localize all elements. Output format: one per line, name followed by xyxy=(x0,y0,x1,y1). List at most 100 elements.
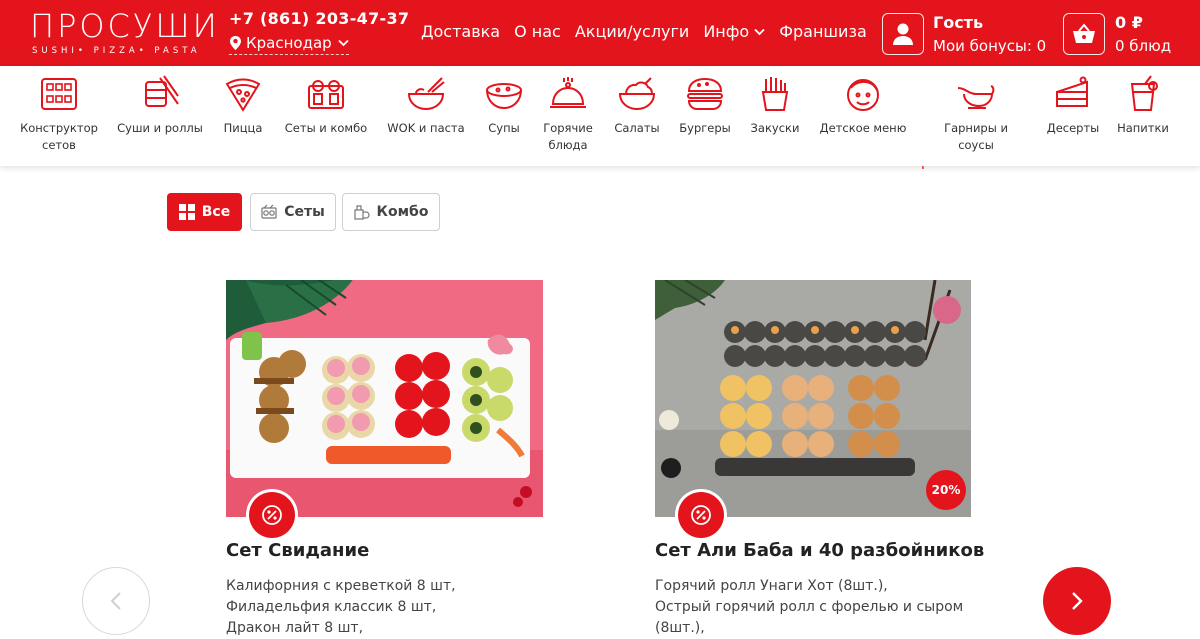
logo[interactable]: ПРОСУШИ SUSHI• PIZZA• PASTA xyxy=(30,8,217,58)
main-nav: Доставка О нас Акции/услуги Инфо Франшиз… xyxy=(421,22,881,41)
product-card[interactable]: Сет Свидание Калифорния с креветкой 8 шт… xyxy=(226,280,546,636)
cart-count: 0 блюд xyxy=(1115,37,1172,55)
category-label: Суши и роллы xyxy=(117,121,203,135)
description-line: Калифорния с креветкой 8 шт, xyxy=(226,578,456,594)
chevron-left-icon xyxy=(110,592,121,610)
burger-icon xyxy=(687,77,723,110)
description-line: Филадельфия классик 8 шт, xyxy=(226,599,437,615)
category-label: Супы xyxy=(488,121,520,135)
category-sushi-rolls[interactable]: Суши и роллы xyxy=(112,74,208,137)
wok-noodles-icon xyxy=(407,77,445,111)
category-hot-dishes[interactable]: Горячие блюда xyxy=(536,74,600,154)
cloche-icon xyxy=(550,77,586,108)
nav-label: Доставка xyxy=(421,22,501,41)
category-label: Десерты xyxy=(1046,121,1100,135)
category-bar: Конструктор сетов Суши и роллы Пицца Сет… xyxy=(0,66,1200,166)
city-name: Краснодар xyxy=(246,34,332,52)
category-label: Пицца xyxy=(223,121,263,135)
filter-all[interactable]: Все xyxy=(167,193,242,231)
product-description: Горячий ролл Унаги Хот (8шт.), Острый го… xyxy=(655,576,985,639)
category-pizza[interactable]: Пицца xyxy=(214,74,272,137)
sushi-set-photo xyxy=(226,280,543,517)
category-label: Закуски xyxy=(750,121,800,135)
nav-promotions[interactable]: Акции/услуги xyxy=(575,22,689,41)
category-snacks[interactable]: Закуски xyxy=(746,74,804,137)
promo-badge xyxy=(249,492,295,538)
user-icon xyxy=(893,23,913,45)
product-card[interactable]: 20% Сет Али Баба и 40 разбойников Горячи… xyxy=(655,280,984,636)
category-label: Сеты и комбо xyxy=(284,121,368,135)
sets-combo-icon xyxy=(308,80,344,109)
product-image[interactable] xyxy=(226,280,543,517)
filter-label: Сеты xyxy=(284,204,325,220)
nav-about[interactable]: О нас xyxy=(514,22,561,41)
nav-label: Акции/услуги xyxy=(574,22,690,41)
nav-info[interactable]: Инфо xyxy=(703,22,765,41)
category-label: Горячие блюда xyxy=(543,121,593,152)
fries-icon xyxy=(761,77,789,111)
sushi-set-photo xyxy=(655,280,971,517)
filter-sets[interactable]: Сеты xyxy=(250,193,336,231)
soup-bowl-icon xyxy=(486,83,522,110)
filter-combo[interactable]: Комбо xyxy=(342,193,440,231)
location-pin-icon xyxy=(230,36,241,50)
chevron-down-icon xyxy=(338,39,349,47)
chevron-right-icon xyxy=(1072,592,1083,610)
nav-label: Инфо xyxy=(703,22,750,41)
category-label: Гарниры и соусы xyxy=(944,121,1008,152)
pizza-icon xyxy=(225,78,261,112)
carousel-next-button[interactable] xyxy=(1043,567,1111,635)
user-name[interactable]: Гость xyxy=(933,13,983,32)
description-line: Дракон лайт 8 шт, xyxy=(226,620,364,636)
category-label: Напитки xyxy=(1117,121,1169,135)
promo-badge xyxy=(678,492,724,538)
product-description: Калифорния с креветкой 8 шт, Филадельфия… xyxy=(226,576,556,639)
category-label: Детское меню xyxy=(819,121,907,135)
category-sets-combo[interactable]: Сеты и комбо xyxy=(280,74,372,137)
category-sides-sauces[interactable]: Гарниры и соусы xyxy=(932,74,1020,154)
phone-number[interactable]: +7 (861) 203-47-37 xyxy=(229,9,409,28)
description-line: Острый горячий ролл с форелью и сыром xyxy=(655,599,964,615)
product-title[interactable]: Сет Али Баба и 40 разбойников xyxy=(655,540,984,561)
nav-delivery[interactable]: Доставка xyxy=(421,22,500,41)
child-face-icon xyxy=(847,79,879,111)
user-bonus: Мои бонусы: 0 xyxy=(933,37,1047,55)
site-header: ПРОСУШИ SUSHI• PIZZA• PASTA +7 (861) 203… xyxy=(0,0,1200,66)
product-title[interactable]: Сет Свидание xyxy=(226,540,369,561)
category-soups[interactable]: Супы xyxy=(480,74,528,137)
sushi-rolls-icon xyxy=(145,75,179,107)
nav-label: Франшиза xyxy=(779,22,867,41)
discount-badge: 20% xyxy=(926,470,966,510)
user-account-button[interactable] xyxy=(882,13,924,55)
category-kids-menu[interactable]: Детское меню xyxy=(816,74,910,137)
basket-icon xyxy=(1073,23,1095,43)
category-label: Бургеры xyxy=(679,121,731,135)
cart-button[interactable] xyxy=(1063,13,1105,55)
nav-franchise[interactable]: Франшиза xyxy=(779,22,867,41)
filter-label: Комбо xyxy=(376,204,429,220)
product-image[interactable]: 20% xyxy=(655,280,972,517)
category-wok-pasta[interactable]: WOK и паста xyxy=(384,74,468,137)
category-label: WOK и паста xyxy=(387,121,465,135)
city-selector[interactable]: Краснодар xyxy=(229,34,349,55)
set-builder-icon xyxy=(41,78,77,110)
logo-subtitle: SUSHI• PIZZA• PASTA xyxy=(32,46,201,56)
salad-icon xyxy=(618,77,656,111)
drink-glass-icon xyxy=(1130,75,1158,111)
category-drinks[interactable]: Напитки xyxy=(1114,74,1172,137)
cake-icon xyxy=(1056,76,1088,107)
grid-icon xyxy=(178,204,195,220)
category-label: Салаты xyxy=(614,121,660,135)
description-line: Горячий ролл Унаги Хот (8шт.), xyxy=(655,578,888,594)
category-burgers[interactable]: Бургеры xyxy=(676,74,734,137)
category-desserts[interactable]: Десерты xyxy=(1042,74,1104,137)
combo-icon xyxy=(353,205,370,220)
category-set-builder[interactable]: Конструктор сетов xyxy=(14,74,104,154)
nav-label: О нас xyxy=(514,22,561,41)
category-salads[interactable]: Салаты xyxy=(608,74,666,137)
carousel-prev-button[interactable] xyxy=(82,567,150,635)
cart-sum: 0 ₽ xyxy=(1115,13,1143,32)
filter-label: Все xyxy=(201,204,231,220)
description-line: (8шт.), xyxy=(655,620,705,636)
percent-icon xyxy=(691,505,711,525)
